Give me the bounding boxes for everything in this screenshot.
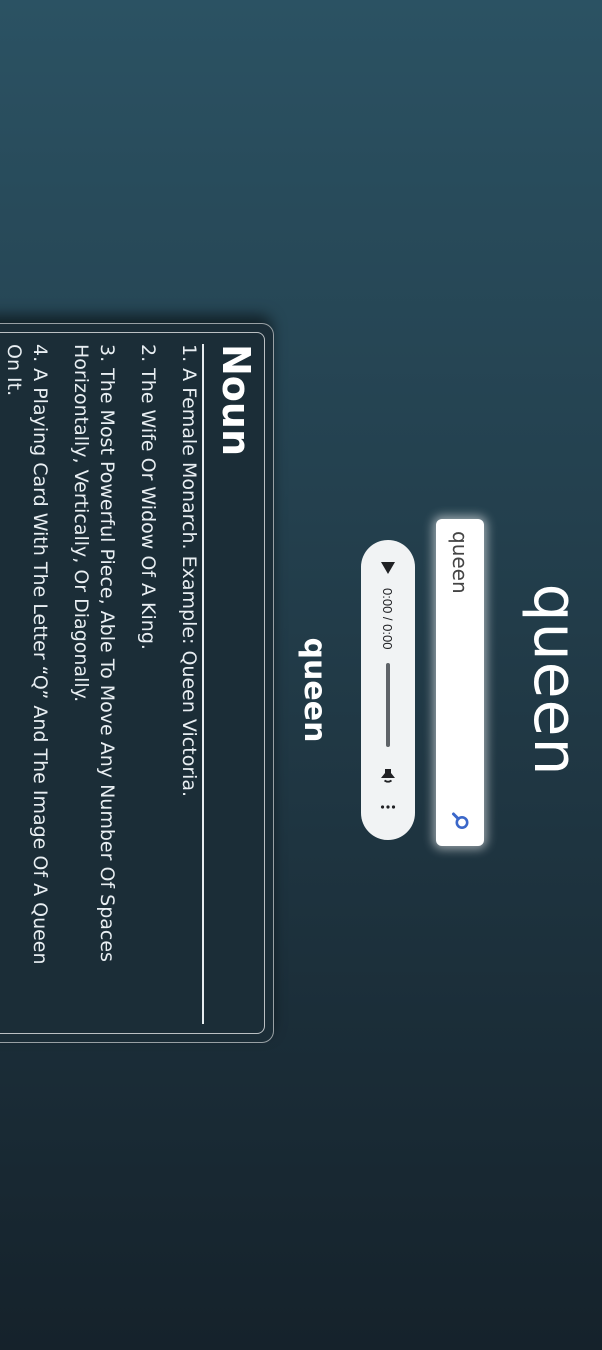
volume-button[interactable]	[378, 767, 398, 787]
volume-icon	[381, 769, 395, 784]
part-of-speech-heading: Noun	[202, 344, 258, 1024]
audio-time: 0:00 / 0:00	[380, 588, 396, 650]
search-icon	[452, 812, 469, 829]
search-bar	[436, 519, 484, 846]
more-options-icon	[380, 805, 396, 810]
definition-item: 1. A Female Monarch. Example: Queen Vict…	[178, 344, 200, 798]
play-icon	[381, 562, 395, 574]
definitions-list: 1. A Female Monarch. Example: Queen Vict…	[1, 344, 202, 984]
search-input[interactable]	[448, 531, 472, 808]
definition-item: 2. The Wife Or Widow Of A King.	[137, 344, 159, 650]
definition-item: 4. A Playing Card With The Letter “Q” An…	[3, 344, 51, 965]
search-button[interactable]	[447, 808, 473, 834]
audio-progress-bar[interactable]	[386, 663, 390, 748]
meaning-card-inner: Noun 1. A Female Monarch. Example: Queen…	[0, 332, 265, 1034]
definition-item: 3. The Most Powerful Piece, Able To Move…	[70, 344, 118, 962]
word-title: queen	[520, 583, 590, 777]
pronunciation-audio-player: 0:00 / 0:00	[361, 540, 415, 840]
word-subtitle: queen	[297, 637, 332, 743]
play-button[interactable]	[380, 560, 396, 576]
app-root: queen 0:00 / 0:00	[0, 0, 602, 1350]
more-options-button[interactable]	[378, 797, 398, 817]
meaning-card: Noun 1. A Female Monarch. Example: Queen…	[0, 323, 274, 1043]
